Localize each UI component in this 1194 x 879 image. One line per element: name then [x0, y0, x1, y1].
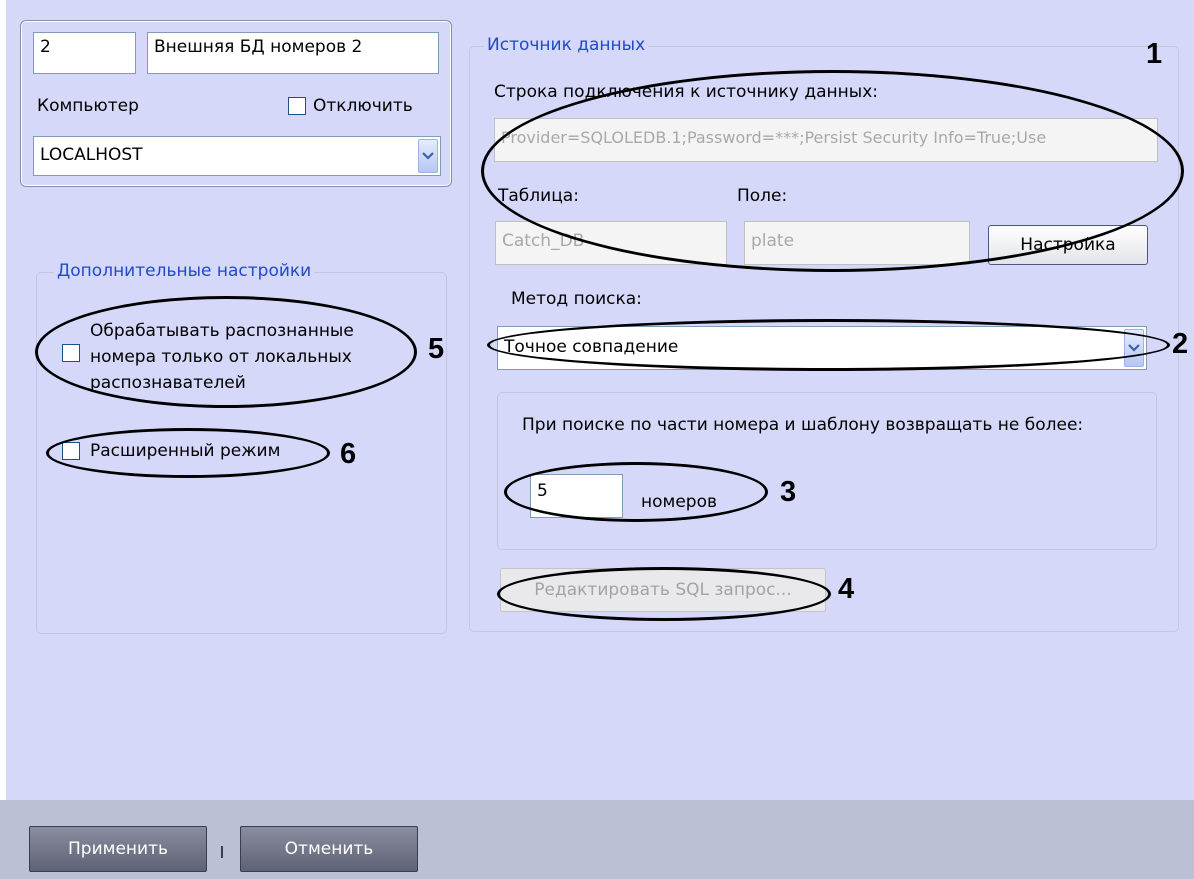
callout-number-6: 6	[340, 438, 357, 470]
apply-button[interactable]: Применить	[29, 826, 207, 872]
table-label: Таблица:	[498, 186, 579, 206]
field-label: Поле:	[737, 186, 788, 206]
object-name-field[interactable]: Внешняя БД номеров 2	[147, 32, 439, 74]
edit-sql-button[interactable]: Редактировать SQL запрос...	[500, 568, 826, 612]
callout-number-1: 1	[1146, 38, 1163, 70]
setup-button[interactable]: Настройка	[988, 225, 1148, 265]
callout-number-2: 2	[1172, 328, 1189, 360]
table-field[interactable]: Catch_DB	[495, 221, 727, 265]
search-method-label: Метод поиска:	[511, 289, 642, 309]
computer-label: Компьютер	[37, 96, 139, 116]
object-id-field[interactable]: 2	[33, 32, 136, 74]
cancel-button[interactable]: Отменить	[240, 826, 418, 872]
chevron-down-icon[interactable]	[418, 139, 438, 173]
chevron-down-icon[interactable]	[1124, 329, 1144, 367]
limit-text: При поиске по части номера и шаблону воз…	[522, 415, 1084, 435]
extended-mode-checkbox[interactable]	[62, 442, 80, 460]
local-only-checkbox[interactable]	[62, 344, 80, 362]
search-method-value: Точное совпадение	[504, 337, 679, 357]
datasource-legend: Источник данных	[484, 35, 649, 55]
disable-checkbox[interactable]	[288, 97, 306, 115]
separator	[221, 846, 223, 858]
extra-settings-legend: Дополнительные настройки	[54, 261, 315, 281]
disable-label: Отключить	[313, 96, 413, 116]
limit-unit-label: номеров	[641, 492, 718, 512]
connection-label: Строка подключения к источнику данных:	[494, 82, 878, 102]
callout-number-5: 5	[428, 333, 445, 365]
callout-number-3: 3	[780, 476, 797, 508]
local-only-label: Обрабатывать распознанные номера только …	[90, 321, 354, 393]
extended-mode-label: Расширенный режим	[90, 441, 281, 461]
callout-number-4: 4	[838, 573, 855, 605]
search-method-combobox[interactable]: Точное совпадение	[497, 326, 1147, 370]
field-field[interactable]: plate	[744, 221, 970, 265]
connection-string-field[interactable]: Provider=SQLOLEDB.1;Password=***;Persist…	[494, 118, 1158, 162]
computer-combobox[interactable]: LOCALHOST	[33, 136, 441, 176]
computer-value: LOCALHOST	[40, 145, 143, 165]
limit-field[interactable]: 5	[530, 474, 623, 518]
